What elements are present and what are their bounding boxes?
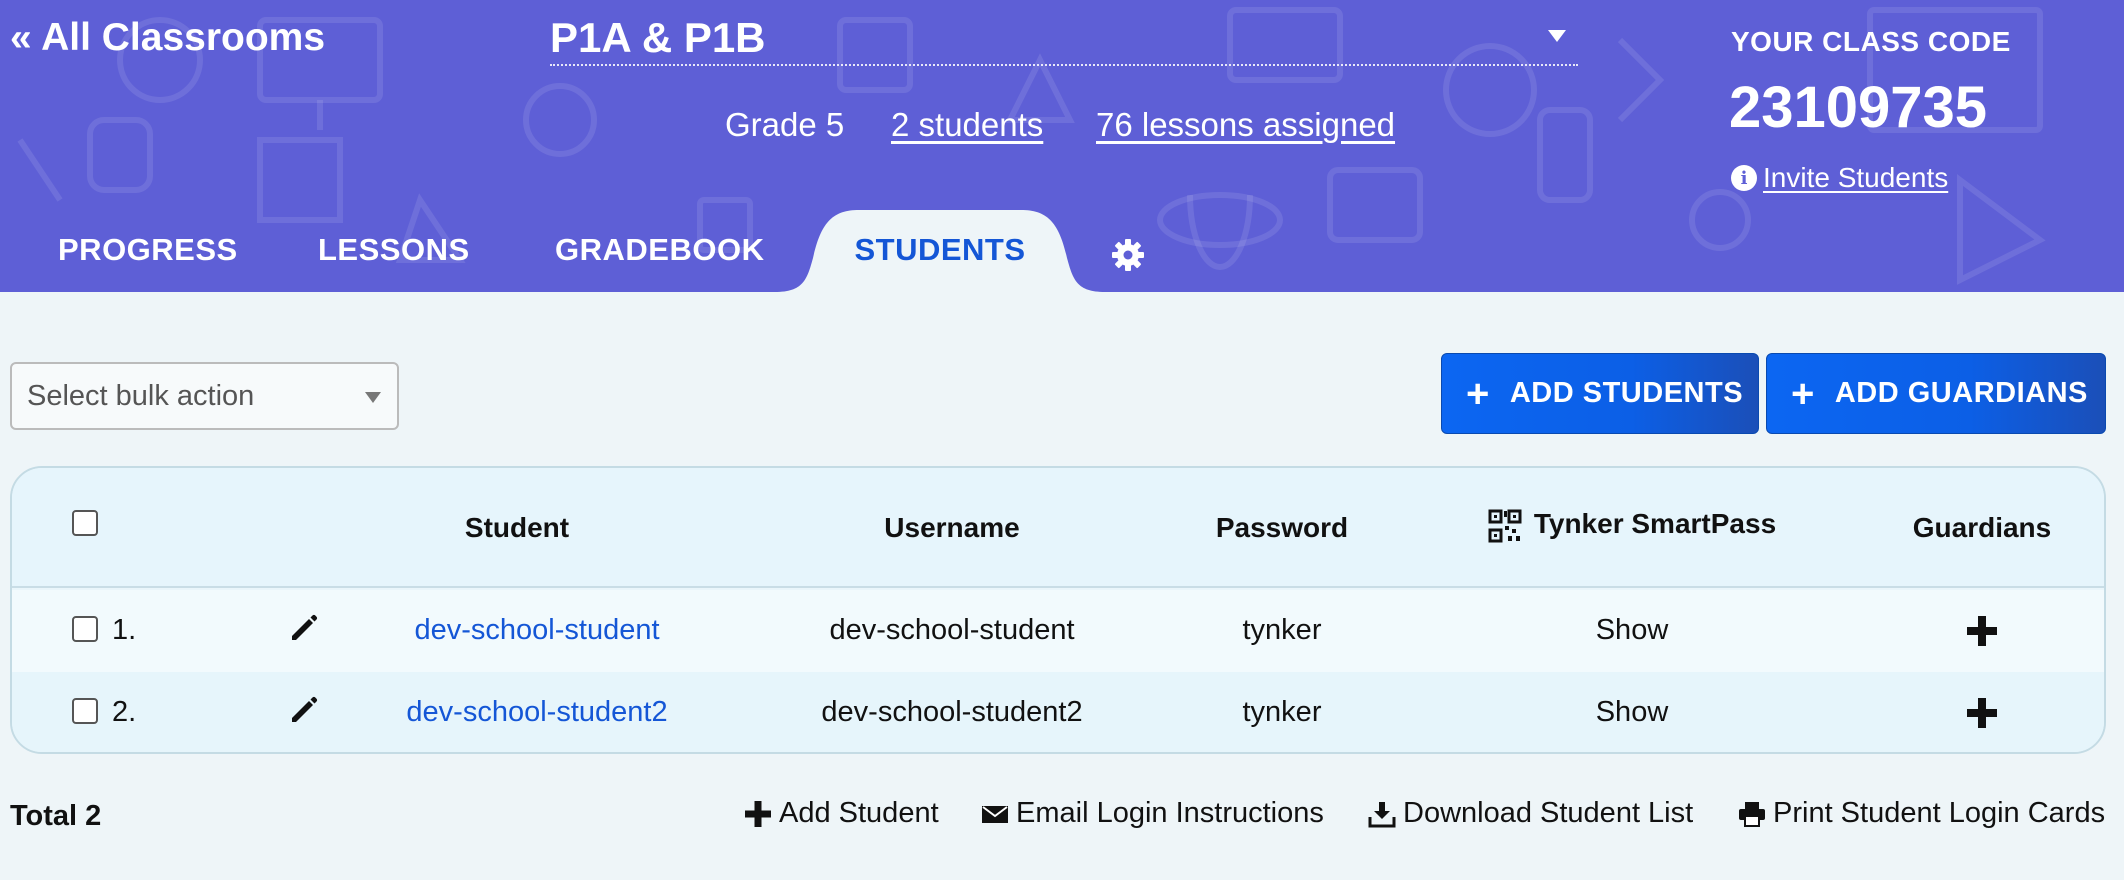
smartpass-show-link[interactable]: Show xyxy=(1512,696,1752,729)
add-students-button[interactable]: + ADD STUDENTS xyxy=(1441,353,1759,434)
row-number: 2. xyxy=(112,696,137,728)
row-checkbox[interactable] xyxy=(72,616,98,642)
students-table: Student Username Password Tynker SmartPa… xyxy=(10,466,2106,754)
download-icon xyxy=(1368,801,1396,827)
printer-icon xyxy=(1739,801,1765,827)
pencil-icon[interactable] xyxy=(288,612,320,644)
pencil-icon[interactable] xyxy=(288,694,320,726)
column-header-username[interactable]: Username xyxy=(802,512,1102,544)
lessons-assigned-link[interactable]: 76 lessons assigned xyxy=(1096,106,1395,144)
plus-icon xyxy=(745,800,771,827)
add-guardian-plus-icon[interactable] xyxy=(1965,614,1999,648)
row-number: 1. xyxy=(112,614,137,646)
print-cards-label: Print Student Login Cards xyxy=(1773,797,2106,829)
smartpass-header-label: Tynker SmartPass xyxy=(1533,508,1777,539)
chevron-down-icon xyxy=(365,392,381,403)
column-header-password: Password xyxy=(1215,512,1349,543)
add-guardian-plus-icon[interactable] xyxy=(1965,696,1999,730)
download-list-label: Download Student List xyxy=(1403,797,1694,829)
username-cell: dev-school-student xyxy=(829,614,1075,646)
bulk-action-placeholder: Select bulk action xyxy=(27,380,255,412)
add-guardians-button[interactable]: + ADD GUARDIANS xyxy=(1766,353,2106,434)
column-header-guardians: Guardians xyxy=(1912,512,2052,543)
select-all-checkbox[interactable] xyxy=(72,510,98,536)
username-cell: dev-school-student2 xyxy=(821,696,1083,728)
invite-students-link[interactable]: i Invite Students xyxy=(1731,162,1948,194)
tab-students[interactable]: STUDENTS xyxy=(775,210,1105,292)
tab-students-label: STUDENTS xyxy=(854,232,1026,267)
tab-lessons[interactable]: LESSONS xyxy=(318,232,470,268)
add-student-link[interactable]: Add Student xyxy=(743,797,939,830)
plus-icon: + xyxy=(1466,371,1490,416)
student-name-link[interactable]: dev-school-student2 xyxy=(382,696,692,729)
class-header: « All Classrooms P1A & P1B Grade 5 2 stu… xyxy=(0,0,2124,292)
grade-label: Grade 5 xyxy=(725,106,845,143)
chevron-down-icon xyxy=(1548,30,1566,42)
plus-icon: + xyxy=(1791,371,1815,416)
row-checkbox[interactable] xyxy=(72,698,98,724)
class-code-value: 23109735 xyxy=(1729,75,1988,140)
table-header: Student Username Password Tynker SmartPa… xyxy=(12,468,2104,588)
column-header-student[interactable]: Student xyxy=(382,512,652,544)
print-login-cards-link[interactable]: Print Student Login Cards xyxy=(1737,797,2105,830)
download-student-list-link[interactable]: Download Student List xyxy=(1367,797,1693,830)
password-cell: tynker xyxy=(1242,696,1322,728)
class-code-label: YOUR CLASS CODE xyxy=(1731,26,2011,57)
qr-code-icon xyxy=(1488,509,1522,543)
add-student-label: Add Student xyxy=(779,797,939,829)
password-cell: tynker xyxy=(1242,614,1322,646)
smartpass-show-link[interactable]: Show xyxy=(1512,614,1752,647)
table-row: 2. dev-school-student2 dev-school-studen… xyxy=(12,672,2104,752)
tab-gradebook[interactable]: GRADEBOOK xyxy=(555,232,764,268)
tab-progress[interactable]: PROGRESS xyxy=(58,232,238,268)
gear-icon[interactable] xyxy=(1110,237,1146,273)
column-header-smartpass: Tynker SmartPass xyxy=(1462,508,1802,543)
total-count: Total 2 xyxy=(10,800,102,832)
email-login-label: Email Login Instructions xyxy=(1016,797,1324,829)
classroom-name: P1A & P1B xyxy=(550,14,766,61)
classroom-dropdown[interactable]: P1A & P1B xyxy=(550,12,1578,66)
envelope-icon xyxy=(982,805,1008,823)
info-icon: i xyxy=(1731,165,1757,191)
student-name-link[interactable]: dev-school-student xyxy=(382,614,692,647)
table-row: 1. dev-school-student dev-school-student… xyxy=(12,590,2104,672)
invite-students-label: Invite Students xyxy=(1763,162,1949,193)
bulk-action-select[interactable]: Select bulk action xyxy=(10,362,399,430)
students-count-link[interactable]: 2 students xyxy=(891,106,1043,144)
email-login-instructions-link[interactable]: Email Login Instructions xyxy=(980,797,1324,830)
add-students-label: ADD STUDENTS xyxy=(1509,377,1744,409)
add-guardians-label: ADD GUARDIANS xyxy=(1834,377,2088,409)
all-classrooms-link[interactable]: « All Classrooms xyxy=(10,16,325,60)
